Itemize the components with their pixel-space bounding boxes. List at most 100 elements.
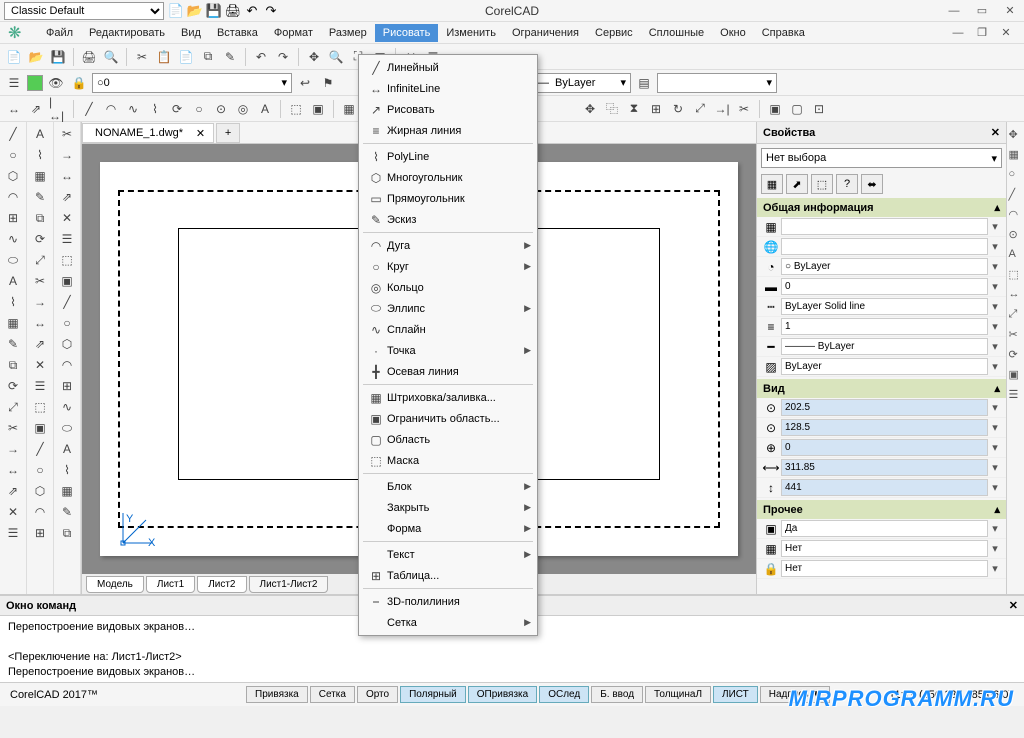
tangent-icon[interactable]: ⊙: [211, 99, 231, 119]
palette-tool-2-17[interactable]: ▦: [57, 482, 77, 500]
side-tool-6[interactable]: A: [1009, 248, 1023, 262]
palette-tool-0-10[interactable]: ✎: [3, 335, 23, 353]
section-misc[interactable]: Прочее: [763, 504, 803, 516]
prop-value[interactable]: 202.5: [781, 399, 988, 416]
menu-item-3d-полилиния[interactable]: ⎯3D-полилиния: [359, 591, 537, 612]
menu-файл[interactable]: Файл: [38, 24, 81, 42]
palette-tool-1-12[interactable]: ☰: [30, 377, 50, 395]
redo-tb-icon[interactable]: ↷: [273, 47, 293, 67]
close-button[interactable]: ✕: [1000, 3, 1020, 19]
prop-value[interactable]: 311.85: [781, 459, 988, 476]
menu-справка[interactable]: Справка: [754, 24, 813, 42]
maximize-button[interactable]: ▭: [972, 3, 992, 19]
palette-tool-2-0[interactable]: ✂: [57, 125, 77, 143]
palette-tool-0-4[interactable]: ⊞: [3, 209, 23, 227]
palette-tool-0-8[interactable]: ⌇: [3, 293, 23, 311]
palette-tool-1-18[interactable]: ◠: [30, 503, 50, 521]
dim-cont-icon[interactable]: |↔|: [48, 99, 68, 119]
palette-tool-2-12[interactable]: ⊞: [57, 377, 77, 395]
palette-tool-1-1[interactable]: ⌇: [30, 146, 50, 164]
save-doc-icon[interactable]: 💾: [48, 47, 68, 67]
copy-icon[interactable]: 📋: [154, 47, 174, 67]
menu-item-точка[interactable]: ·Точка▶: [359, 340, 537, 361]
prop-dropdown-icon[interactable]: ▾: [988, 300, 1002, 313]
palette-tool-1-2[interactable]: ▦: [30, 167, 50, 185]
menu-item-закрыть[interactable]: Закрыть▶: [359, 497, 537, 518]
cut-icon[interactable]: ✂: [132, 47, 152, 67]
status-Б. ввод[interactable]: Б. ввод: [591, 686, 643, 703]
status-ОПривязка[interactable]: ОПривязка: [468, 686, 537, 703]
palette-tool-2-8[interactable]: ╱: [57, 293, 77, 311]
scale-icon[interactable]: ⤢: [690, 99, 710, 119]
layer-color-swatch[interactable]: [27, 75, 43, 91]
menu-item-дуга[interactable]: ◠Дуга▶: [359, 235, 537, 256]
pan-icon[interactable]: ✥: [304, 47, 324, 67]
print-tb-icon[interactable]: 🖨: [79, 47, 99, 67]
layer-prev-icon[interactable]: ↩: [295, 73, 315, 93]
palette-tool-0-13[interactable]: ⤢: [3, 398, 23, 416]
menu-редактировать[interactable]: Редактировать: [81, 24, 173, 42]
section-view[interactable]: Вид: [763, 383, 785, 395]
line-icon[interactable]: ╱: [79, 99, 99, 119]
menu-формат[interactable]: Формат: [266, 24, 321, 42]
palette-tool-0-11[interactable]: ⧉: [3, 356, 23, 374]
sheet-tab-Лист1-Лист2[interactable]: Лист1-Лист2: [249, 576, 329, 593]
rotate-icon[interactable]: ↻: [668, 99, 688, 119]
status-ТолщинаЛ[interactable]: ТолщинаЛ: [645, 686, 711, 703]
side-tool-7[interactable]: ⬚: [1009, 268, 1023, 282]
prop-value[interactable]: ——— ByLayer: [781, 338, 988, 355]
palette-tool-2-2[interactable]: ↔: [57, 167, 77, 185]
side-tool-10[interactable]: ✂: [1009, 328, 1023, 342]
prop-dropdown-icon[interactable]: ▾: [988, 401, 1002, 414]
undo-tb-icon[interactable]: ↶: [251, 47, 271, 67]
side-tool-8[interactable]: ↔: [1009, 288, 1023, 302]
palette-tool-1-11[interactable]: ✕: [30, 356, 50, 374]
palette-tool-1-10[interactable]: ⇗: [30, 335, 50, 353]
menu-окно[interactable]: Окно: [712, 24, 754, 42]
side-tool-4[interactable]: ◠: [1009, 208, 1023, 222]
panel-close-icon[interactable]: ✕: [991, 126, 1000, 139]
menu-item-прямоугольник[interactable]: ▭Прямоугольник: [359, 188, 537, 209]
prop-btn-2[interactable]: ⬈: [786, 174, 808, 194]
section-general[interactable]: Общая информация: [763, 202, 874, 214]
side-tool-13[interactable]: ☰: [1009, 388, 1023, 402]
mdi-restore[interactable]: ❐: [972, 25, 992, 41]
group-icon[interactable]: ▣: [765, 99, 785, 119]
spline-icon[interactable]: ∿: [123, 99, 143, 119]
palette-tool-0-12[interactable]: ⟳: [3, 377, 23, 395]
menu-изменить[interactable]: Изменить: [438, 24, 504, 42]
new-icon[interactable]: 📄: [168, 3, 184, 19]
palette-tool-1-6[interactable]: ⤢: [30, 251, 50, 269]
palette-tool-1-16[interactable]: ○: [30, 461, 50, 479]
side-tool-2[interactable]: ○: [1009, 168, 1023, 182]
sheet-tab-Модель[interactable]: Модель: [86, 576, 144, 593]
doc-close-icon[interactable]: ✕: [196, 127, 205, 140]
palette-tool-0-18[interactable]: ✕: [3, 503, 23, 521]
paste-icon[interactable]: 📄: [176, 47, 196, 67]
prop-dropdown-icon[interactable]: ▾: [988, 481, 1002, 494]
status-Сетка[interactable]: Сетка: [310, 686, 355, 703]
zoom-in-icon[interactable]: 🔍: [326, 47, 346, 67]
prop-dropdown-icon[interactable]: ▾: [988, 562, 1002, 575]
palette-tool-1-9[interactable]: ↔: [30, 314, 50, 332]
menu-item-эскиз[interactable]: ✎Эскиз: [359, 209, 537, 230]
palette-tool-2-16[interactable]: ⌇: [57, 461, 77, 479]
palette-tool-0-1[interactable]: ○: [3, 146, 23, 164]
print-icon[interactable]: 🖨: [225, 3, 241, 19]
mdi-minimize[interactable]: —: [948, 25, 968, 41]
palette-tool-2-10[interactable]: ⬡: [57, 335, 77, 353]
menu-размер[interactable]: Размер: [321, 24, 375, 42]
menu-ограничения[interactable]: Ограничения: [504, 24, 587, 42]
prop-value[interactable]: 0: [781, 439, 988, 456]
palette-tool-0-19[interactable]: ☰: [3, 524, 23, 542]
menu-item-таблица-[interactable]: ⊞Таблица...: [359, 565, 537, 586]
layer-state-icon[interactable]: ⚑: [318, 73, 338, 93]
save-icon[interactable]: 💾: [206, 3, 222, 19]
menu-сплошные[interactable]: Сплошные: [641, 24, 712, 42]
ring-icon[interactable]: ◎: [233, 99, 253, 119]
selection-combo[interactable]: Нет выбора▾: [761, 148, 1002, 168]
palette-tool-0-17[interactable]: ⇗: [3, 482, 23, 500]
trim-icon[interactable]: ✂: [734, 99, 754, 119]
menu-item-форма[interactable]: Форма▶: [359, 518, 537, 539]
mdi-close[interactable]: ✕: [996, 25, 1016, 41]
